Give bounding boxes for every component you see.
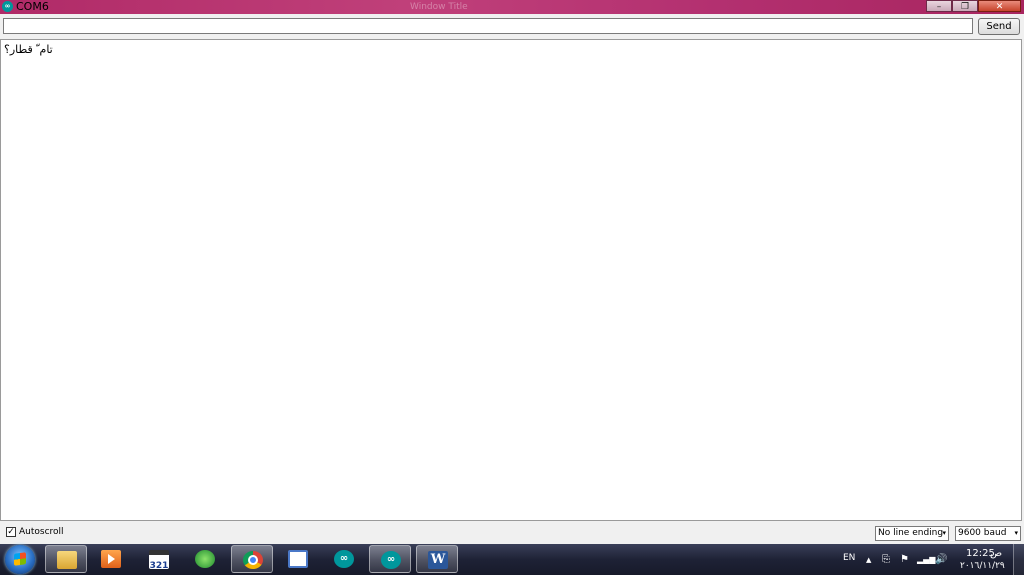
chrome-icon (243, 551, 263, 569)
arduino-icon: ∞ (2, 1, 13, 12)
clock-date[interactable]: ٢٠١٦/١١/٢٩ (960, 561, 1005, 571)
windows-logo-icon (14, 552, 26, 566)
baud-rate-value: 9600 baud (958, 528, 1007, 538)
taskbar-media-player[interactable] (90, 545, 132, 573)
window-controls: – ❐ ✕ (926, 0, 1021, 13)
chevron-down-icon: ▾ (1014, 529, 1018, 537)
signal-icon[interactable]: ▂▄▆ (917, 555, 935, 565)
window-icon (288, 550, 308, 568)
language-indicator[interactable]: EN (843, 553, 855, 563)
autoscroll-checkbox[interactable]: ✓ (6, 527, 16, 537)
taskbar-arduino-2[interactable]: ∞ (369, 545, 411, 573)
line-ending-select[interactable]: No line ending ▾ (875, 526, 949, 541)
word-icon: W (428, 551, 448, 569)
clapperboard-icon: 321 (149, 550, 169, 571)
action-center-flag-icon[interactable]: ⚑ (900, 555, 909, 565)
line-ending-value: No line ending (878, 528, 944, 538)
serial-input[interactable] (3, 18, 973, 34)
serial-monitor-window: ∞ COM6 Window Title – ❐ ✕ Send تام ّ قطا… (0, 0, 1024, 544)
globe-download-icon (195, 550, 215, 568)
title-bar[interactable]: ∞ COM6 Window Title – ❐ ✕ (0, 0, 1024, 14)
bottom-bar: ✓ Autoscroll No line ending ▾ 9600 baud … (0, 522, 1024, 544)
autoscroll-label: Autoscroll (19, 527, 64, 537)
taskbar-arduino-1[interactable]: ∞ (323, 545, 365, 573)
taskbar-file-explorer[interactable] (45, 545, 87, 573)
speaker-icon[interactable]: 🔊 (935, 555, 947, 565)
taskbar: 321 ∞ ∞ W EN ▲ ⎘ ⚑ ▂▄▆ 🔊 12:25 ص ٢٠١٦/١١… (0, 544, 1024, 575)
taskbar-chrome[interactable] (231, 545, 273, 573)
window-title: COM6 (16, 0, 49, 13)
show-desktop-button[interactable] (1013, 544, 1024, 575)
baud-rate-select[interactable]: 9600 baud ▾ (955, 526, 1021, 541)
taskbar-download-manager[interactable] (184, 545, 226, 573)
folder-icon (57, 551, 77, 569)
send-button[interactable]: Send (978, 18, 1020, 35)
autoscroll-toggle[interactable]: ✓ Autoscroll (6, 527, 64, 537)
input-row: Send (0, 14, 1024, 39)
taskbar-video-app[interactable]: 321 (138, 545, 180, 573)
close-button[interactable]: ✕ (978, 0, 1021, 12)
minimize-button[interactable]: – (926, 0, 952, 12)
play-icon (101, 550, 121, 568)
chevron-down-icon: ▾ (942, 529, 946, 537)
background-window-title: Window Title (410, 2, 468, 12)
restore-button[interactable]: ❐ (952, 0, 978, 12)
clock-ampm: ص (990, 548, 1003, 559)
arduino-icon: ∞ (381, 551, 401, 569)
taskbar-window[interactable] (277, 545, 319, 573)
serial-output[interactable]: تام ّ قطار؟ (0, 39, 1022, 521)
show-hidden-icons-icon[interactable]: ▲ (866, 555, 871, 565)
taskbar-word[interactable]: W (416, 545, 458, 573)
start-button[interactable] (5, 545, 35, 574)
network-device-icon[interactable]: ⎘ (882, 555, 890, 565)
output-line: تام ّ قطار؟ (4, 43, 53, 56)
arduino-icon: ∞ (334, 550, 354, 568)
